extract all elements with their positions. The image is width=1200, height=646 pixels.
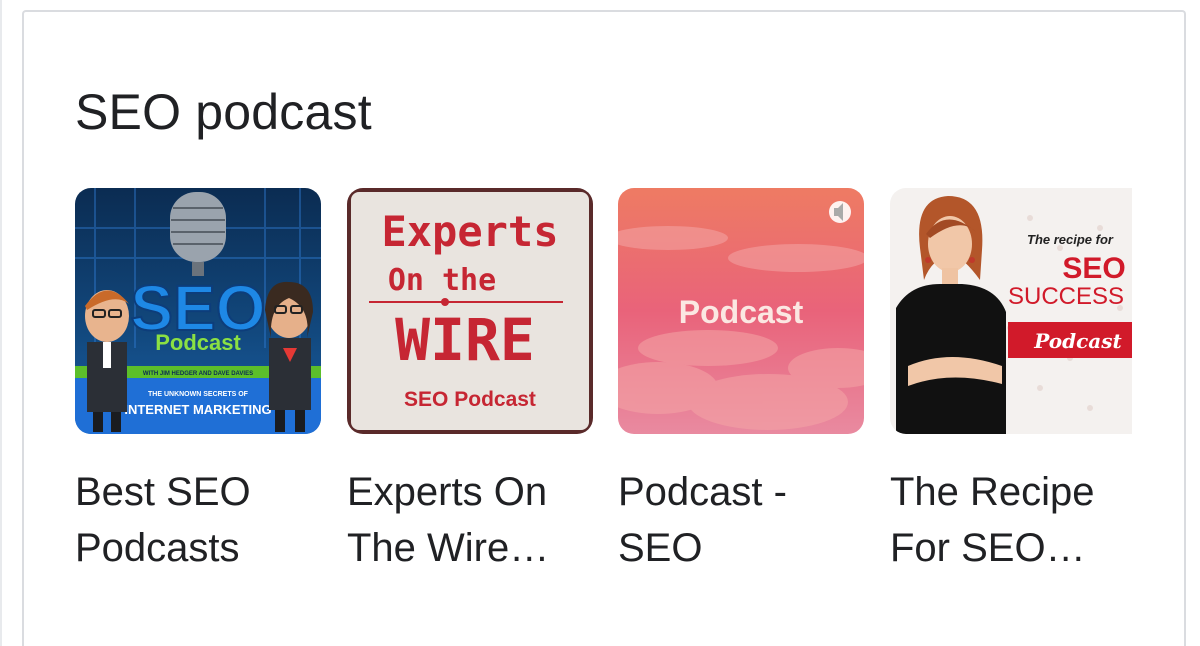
cover-sub-word: Podcast <box>155 330 241 355</box>
podcast-title[interactable]: Experts On The Wire… <box>347 464 587 576</box>
podcast-cover-art[interactable]: Experts On the WIRE SEO Podcast <box>347 188 593 434</box>
cover-line-4: SEO Podcast <box>404 388 536 411</box>
podcast-title[interactable]: The Recipe For SEO… <box>890 464 1130 576</box>
cover-line-4: Podcast <box>1033 329 1122 353</box>
podcast-cover-art[interactable]: The recipe for SEO SUCCESS Podcast <box>890 188 1132 434</box>
cover-word: Podcast <box>679 294 804 330</box>
podcast-title[interactable]: Podcast - SEO <box>618 464 858 576</box>
page-divider <box>0 0 2 646</box>
cover-line-1: Experts <box>381 207 558 256</box>
cover-banner-main: INTERNET MARKETING <box>124 402 271 417</box>
cover-line-3: WIRE <box>395 306 535 374</box>
cover-line-2: SEO <box>1062 252 1125 285</box>
host-caricature-left <box>85 290 129 432</box>
podcast-card-best-seo-podcasts[interactable]: SEO Podcast WITH JIM HEDGER AND DAVE DAV… <box>75 188 321 576</box>
section-title: SEO podcast <box>75 84 372 140</box>
cover-line-2: On the <box>388 263 496 298</box>
cover-banner-small: THE UNKNOWN SECRETS OF <box>148 391 249 398</box>
podcast-carousel[interactable]: SEO Podcast WITH JIM HEDGER AND DAVE DAV… <box>75 188 1135 588</box>
cover-banner-top: WITH JIM HEDGER AND DAVE DAVIES <box>143 371 253 377</box>
podcast-cover-art[interactable]: SEO Podcast WITH JIM HEDGER AND DAVE DAV… <box>75 188 321 434</box>
cover-line-3: SUCCESS <box>1008 283 1124 310</box>
podcast-card-experts-on-the-wire[interactable]: Experts On the WIRE SEO Podcast Experts … <box>347 188 593 576</box>
podcast-card-podcast-seo[interactable]: Podcast Podcast - SEO <box>618 188 864 576</box>
cover-line-1: The recipe for <box>1027 232 1114 247</box>
podcast-cover-art[interactable]: Podcast <box>618 188 864 434</box>
search-results-page: SEO podcast SEO Podcast WITH JIM HEDGER … <box>0 0 1200 646</box>
podcast-title[interactable]: Best SEO Podcasts <box>75 464 315 576</box>
host-caricature-right <box>265 281 313 432</box>
podcast-card-recipe-for-seo[interactable]: The recipe for SEO SUCCESS Podcast The R… <box>890 188 1135 576</box>
